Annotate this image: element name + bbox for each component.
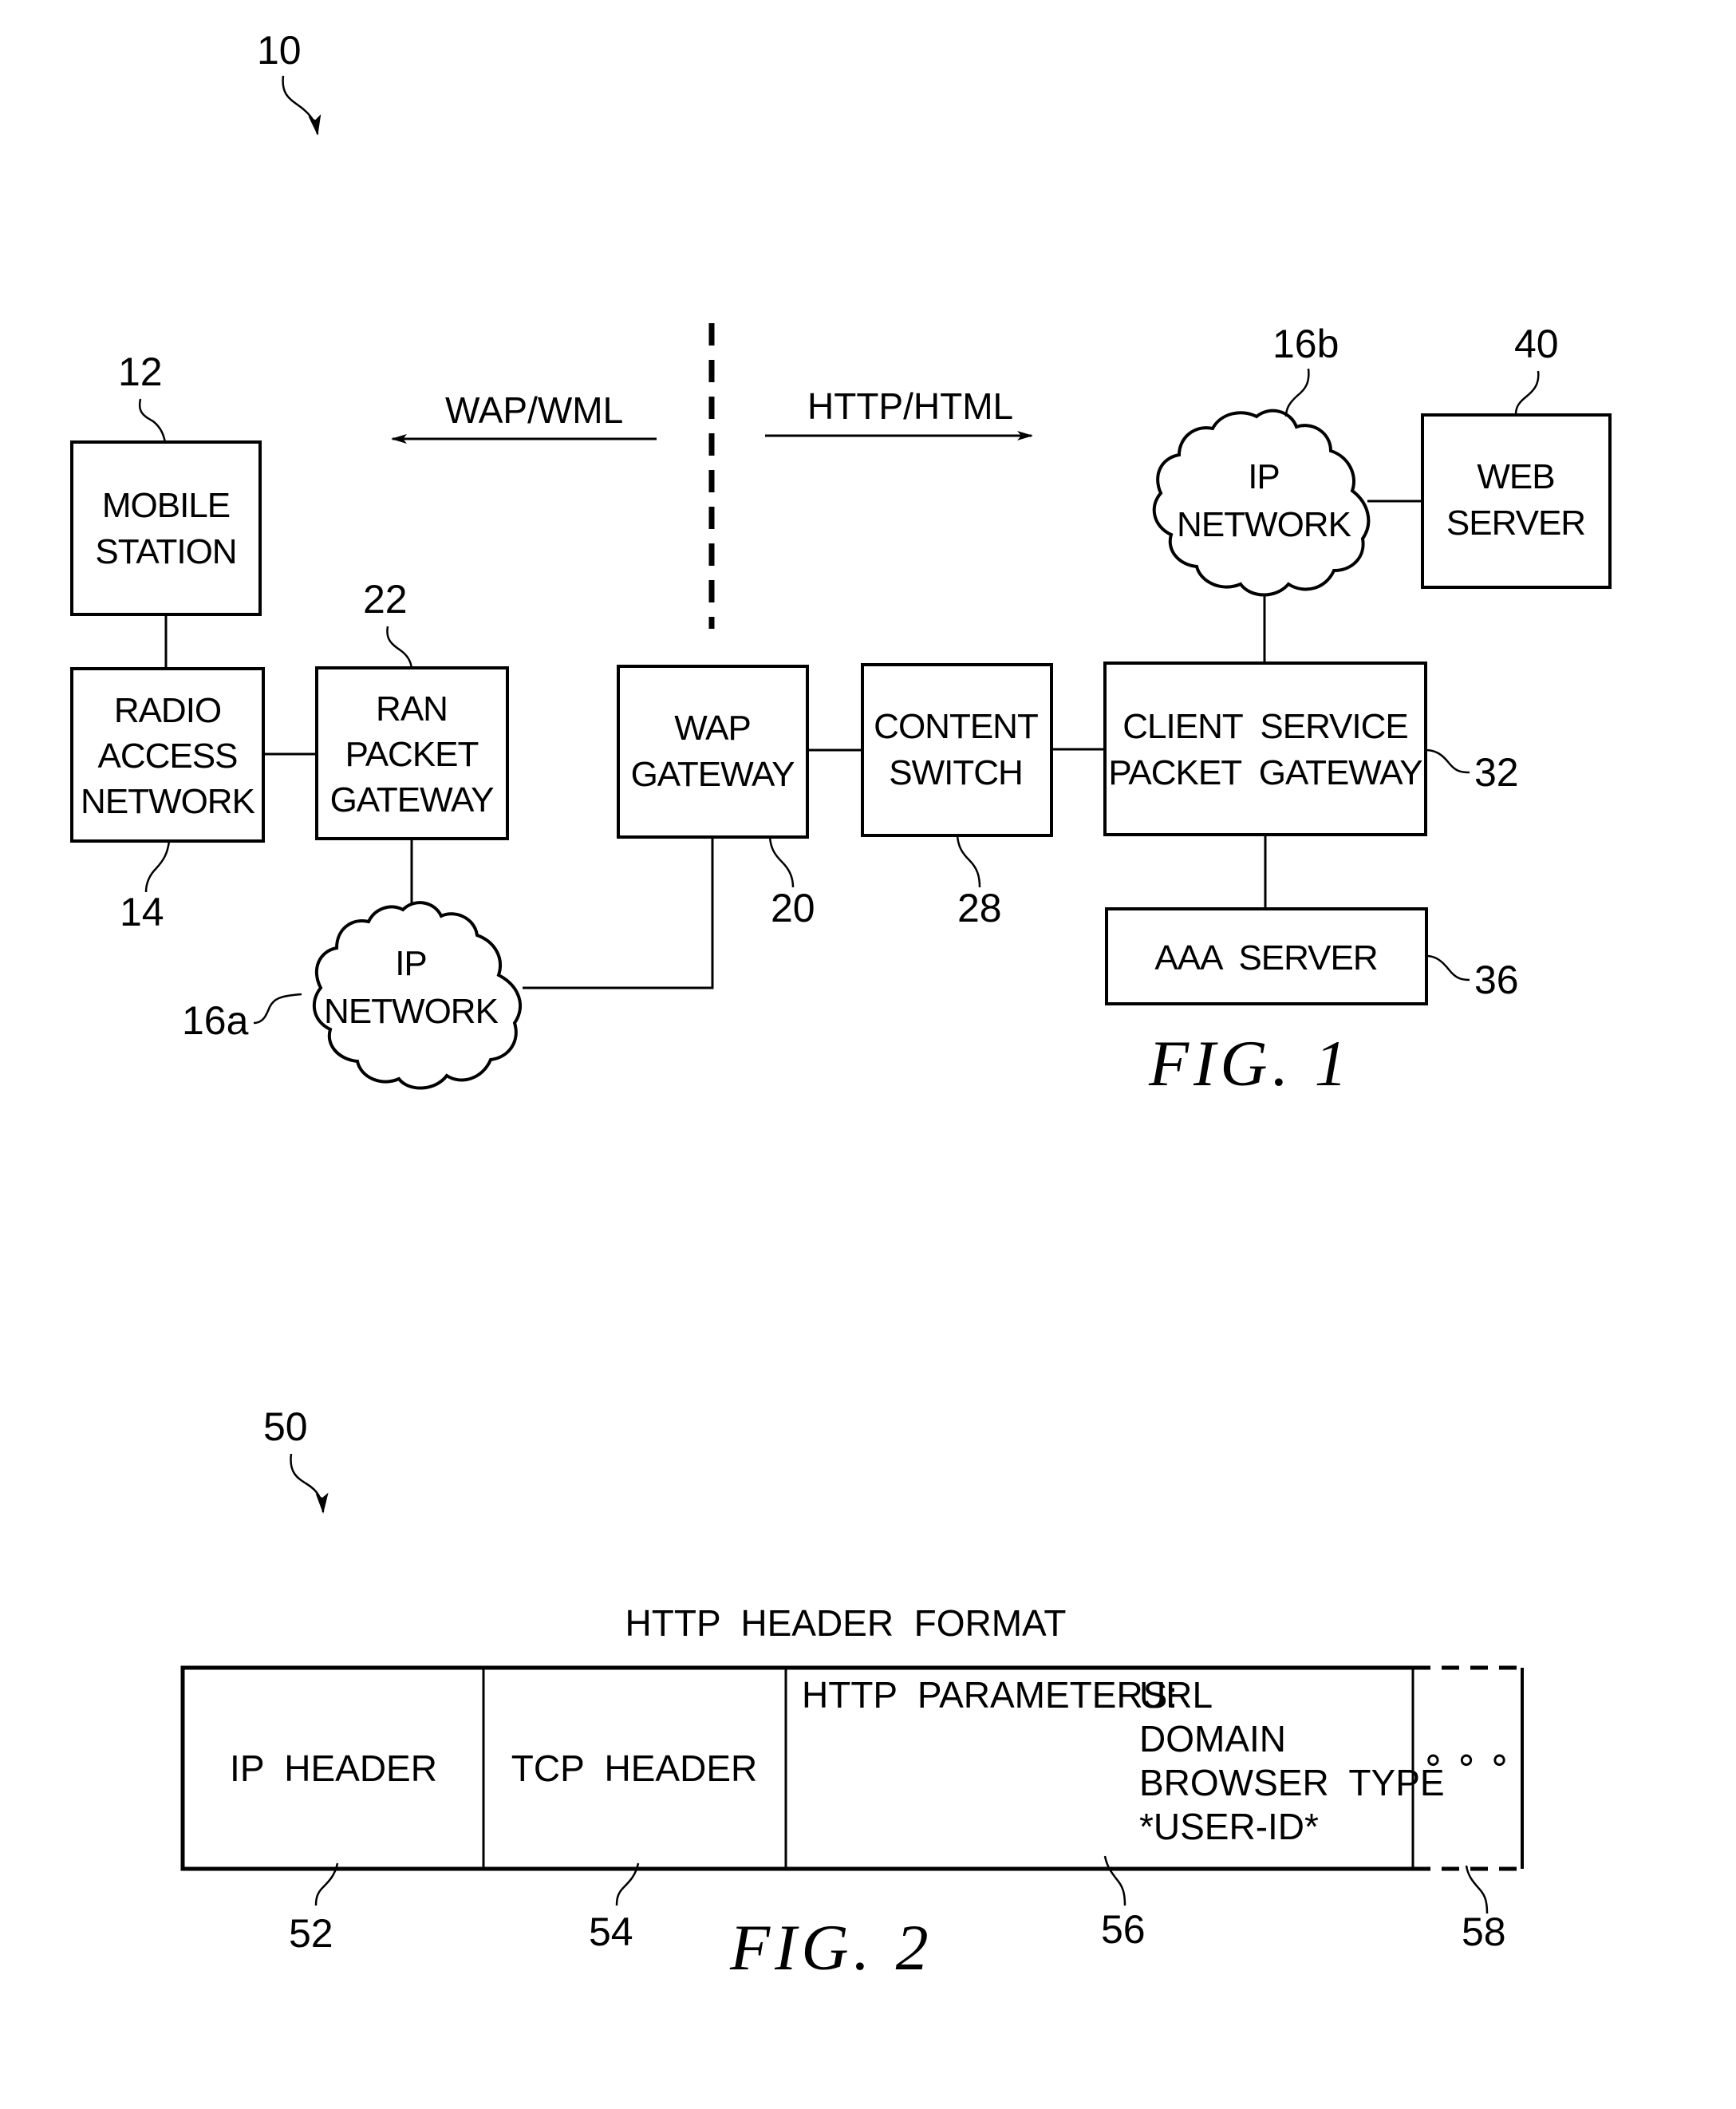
node-wap-gateway: WAP GATEWAY 20	[617, 665, 815, 930]
web-server-box	[1421, 413, 1612, 589]
http-param-user-id: *USER-ID*	[1139, 1806, 1319, 1847]
protocol-label-wap-wml: WAP/WML	[445, 389, 623, 431]
client-service-packet-gateway-leader	[1425, 748, 1470, 774]
http-param-browser-type: BROWSER TYPE	[1139, 1762, 1445, 1803]
mobile-station-leader	[138, 398, 167, 443]
field-http-parameters: HTTP PARAMETERS: URL DOMAIN BROWSER TYPE…	[802, 1674, 1445, 1952]
figure-2: 50 HTTP HEADER FORMAT IP HEADER 52 TCP H…	[180, 1404, 1524, 1984]
wap-gateway-label-line-1: WAP	[674, 709, 751, 748]
aaa-server-leader	[1426, 954, 1470, 981]
node-client-service-packet-gateway: CLIENT SERVICE PACKET GATEWAY 32	[1103, 662, 1519, 836]
radio-access-network-leader	[144, 840, 171, 893]
content-switch-label-line-1: CONTENT	[874, 707, 1038, 746]
field-tcp-header-label: TCP HEADER	[511, 1748, 757, 1789]
ip-network-b-label-line-2: NETWORK	[1177, 505, 1351, 544]
client-service-packet-gateway-box	[1103, 662, 1427, 836]
radio-access-network-ref: 14	[120, 890, 164, 934]
node-aaa-server: AAA SERVER 36	[1105, 907, 1519, 1005]
ip-network-a-leader	[253, 993, 302, 1025]
content-switch-label-line-2: SWITCH	[889, 753, 1023, 792]
ip-network-b-ref: 16b	[1272, 322, 1339, 366]
field-continuation: ∘ ∘ ∘ 58	[1422, 1738, 1511, 1954]
figure-2-caption: FIG. 2	[729, 1911, 933, 1984]
wap-gateway-box	[617, 665, 809, 839]
http-param-domain: DOMAIN	[1139, 1718, 1286, 1759]
radio-access-network-label-line-1: RADIO	[114, 691, 221, 730]
figure-1-ref-number: 10	[257, 28, 302, 73]
protocol-label-http-html: HTTP/HTML	[807, 385, 1013, 427]
field-http-parameters-ref: 56	[1101, 1907, 1146, 1952]
field-ip-header-ref: 52	[289, 1911, 333, 1956]
web-server-label-line-1: WEB	[1477, 457, 1554, 496]
field-http-parameters-leader	[1103, 1855, 1126, 1906]
wap-gateway-ref: 20	[771, 886, 815, 930]
node-ip-network-a: IP NETWORK 16a	[182, 901, 523, 1090]
ran-packet-gateway-ref: 22	[363, 577, 408, 622]
mobile-station-ref: 12	[118, 350, 163, 394]
aaa-server-label: AAA SERVER	[1154, 938, 1377, 977]
client-service-packet-gateway-label-line-2: PACKET GATEWAY	[1108, 753, 1422, 792]
mobile-station-box	[70, 440, 262, 616]
mobile-station-label-line-2: STATION	[95, 532, 236, 571]
ip-network-b-label-line-1: IP	[1248, 457, 1280, 496]
field-ip-header: IP HEADER 52	[230, 1748, 437, 1956]
ran-packet-gateway-label-line-3: GATEWAY	[330, 780, 495, 820]
radio-access-network-label-line-2: ACCESS	[98, 737, 238, 776]
node-ran-packet-gateway: RAN PACKET GATEWAY 22	[315, 577, 509, 840]
http-header-format-title: HTTP HEADER FORMAT	[625, 1602, 1067, 1644]
link-cloud-a-to-wap-gateway	[523, 837, 714, 989]
node-radio-access-network: RADIO ACCESS NETWORK 14	[70, 667, 265, 934]
content-switch-box	[861, 663, 1053, 837]
mobile-station-label-line-1: MOBILE	[102, 486, 230, 525]
figure-1-caption: FIG. 1	[1148, 1027, 1352, 1100]
content-switch-ref: 28	[957, 886, 1002, 930]
field-ip-header-label: IP HEADER	[230, 1748, 437, 1789]
figure-1-ref-arrow	[282, 75, 322, 136]
web-server-label-line-2: SERVER	[1446, 504, 1585, 543]
continuation-ellipsis-icon: ∘ ∘ ∘	[1422, 1738, 1511, 1779]
node-content-switch: CONTENT SWITCH 28	[861, 663, 1053, 930]
ip-network-a-ref: 16a	[182, 998, 249, 1043]
figure-2-ref-number: 50	[263, 1404, 308, 1449]
figure-1: 10 WAP/WML HTTP/HTML MOBILE STATION 12 R…	[70, 28, 1612, 1100]
field-continuation-ref: 58	[1462, 1910, 1506, 1954]
wap-gateway-leader	[768, 836, 795, 888]
ran-packet-gateway-label-line-2: PACKET	[345, 735, 479, 774]
ip-network-b-leader	[1284, 368, 1310, 417]
ran-packet-gateway-leader	[386, 626, 413, 669]
ip-network-a-label-line-2: NETWORK	[324, 992, 499, 1031]
content-switch-leader	[956, 835, 981, 888]
node-ip-network-b: IP NETWORK 16b	[1152, 322, 1371, 597]
patent-drawing: 10 WAP/WML HTTP/HTML MOBILE STATION 12 R…	[70, 28, 1612, 1984]
web-server-ref: 40	[1514, 322, 1559, 366]
field-http-parameters-label: HTTP PARAMETERS:	[802, 1674, 1178, 1716]
radio-access-network-label-line-3: NETWORK	[81, 782, 255, 821]
client-service-packet-gateway-ref: 32	[1474, 750, 1519, 795]
aaa-server-ref: 36	[1474, 958, 1519, 1002]
field-tcp-header-ref: 54	[589, 1910, 633, 1954]
field-tcp-header: TCP HEADER 54	[511, 1748, 757, 1954]
node-web-server: WEB SERVER 40	[1421, 322, 1612, 589]
web-server-leader	[1514, 370, 1540, 416]
ran-packet-gateway-label-line-1: RAN	[376, 689, 448, 729]
figure-2-ref-arrow	[290, 1453, 329, 1514]
node-mobile-station: MOBILE STATION 12	[70, 350, 262, 616]
field-continuation-leader	[1465, 1865, 1489, 1914]
ip-network-b-cloud-icon	[1152, 409, 1371, 597]
http-param-url: URL	[1139, 1674, 1213, 1716]
wap-gateway-label-line-2: GATEWAY	[631, 755, 795, 794]
client-service-packet-gateway-label-line-1: CLIENT SERVICE	[1122, 707, 1408, 746]
ip-network-a-label-line-1: IP	[395, 944, 427, 983]
